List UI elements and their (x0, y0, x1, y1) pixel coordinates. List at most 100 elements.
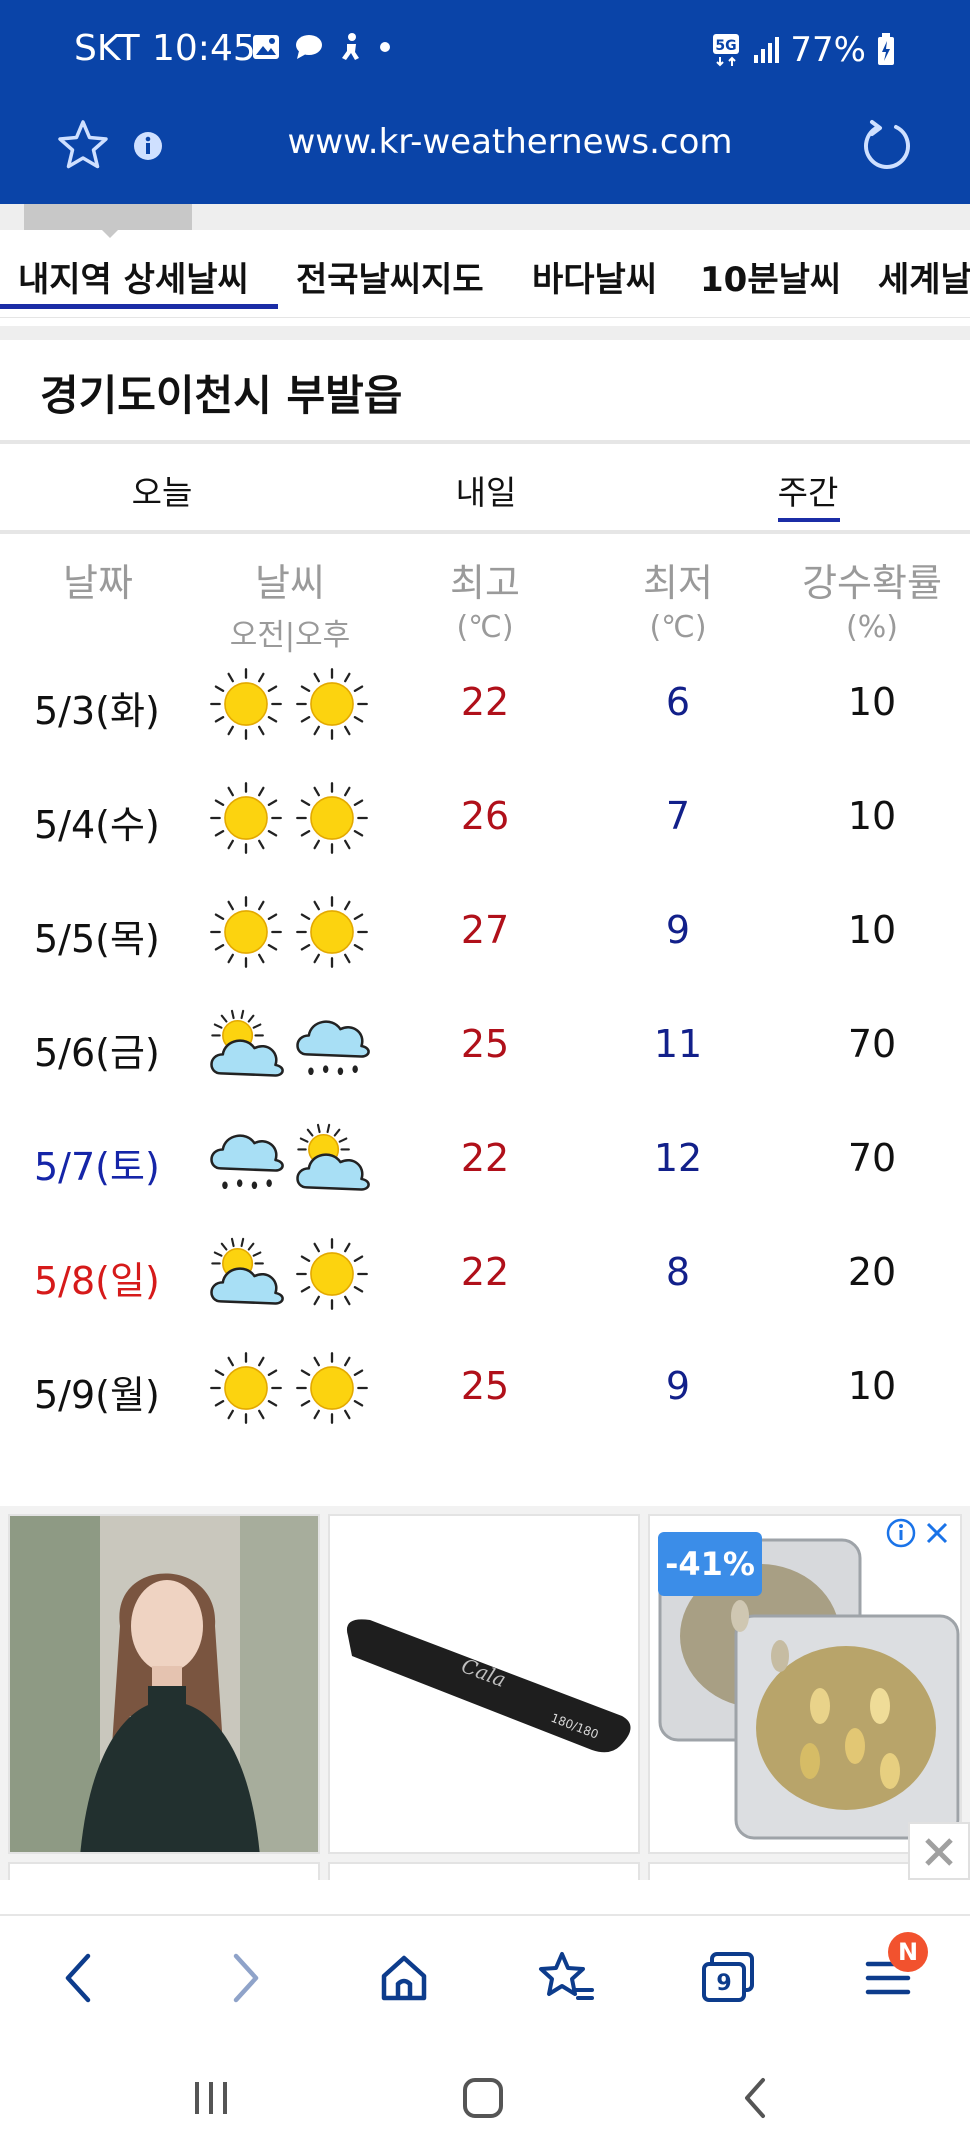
am-partly-cloudy-icon (206, 1234, 286, 1318)
am-rain-icon (206, 1120, 286, 1204)
signal-icon (754, 37, 780, 63)
row-weather-icons (206, 1348, 372, 1432)
am-sunny-icon (206, 664, 286, 748)
pm-sunny-icon (292, 664, 372, 748)
tab-marine[interactable]: 바다날씨 (532, 252, 657, 301)
status-bar: SKT 10:45 5G 77% (0, 0, 970, 100)
ad-card-nail-studs[interactable]: -41% (648, 1514, 962, 1854)
table-row: 5/3(화) 22 6 10 (0, 654, 970, 768)
ad-info-icon[interactable] (886, 1518, 916, 1548)
bookmark-list-icon (539, 1952, 594, 2000)
battery-charging-icon (878, 33, 894, 65)
row-date: 5/6(금) (34, 1031, 160, 1075)
svg-text:5G: 5G (716, 38, 737, 54)
tabs-icon: 9 (702, 1952, 754, 2002)
ad-dismiss-button[interactable] (908, 1822, 970, 1880)
row-high-temp: 25 (460, 1022, 510, 1066)
divider (0, 530, 970, 534)
row-high-temp: 26 (460, 794, 510, 838)
notification-badge: N (888, 1932, 928, 1972)
pm-rain-icon (292, 1006, 372, 1090)
row-date: 5/8(일) (34, 1259, 160, 1303)
home-button[interactable] (368, 1942, 440, 2014)
period-active-indicator (778, 518, 840, 522)
ad-card-nail-file[interactable]: Cala 180/180 (328, 1514, 640, 1854)
bookmarks-button[interactable] (530, 1942, 602, 2014)
row-date: 5/3(화) (34, 689, 160, 733)
carrier-label: SKT (74, 28, 140, 69)
ad-card-row2[interactable] (8, 1862, 320, 1880)
ad-card-row2[interactable] (328, 1862, 640, 1880)
am-sunny-icon (206, 1348, 286, 1432)
chevron-left-icon (65, 1953, 91, 2003)
active-tab-indicator (0, 304, 278, 309)
reload-icon[interactable] (858, 118, 914, 174)
ad-card-fashion[interactable] (8, 1514, 320, 1854)
row-low-temp: 8 (665, 1250, 691, 1294)
close-icon (925, 1838, 953, 1866)
tabs-button[interactable]: 9 (692, 1942, 764, 2014)
am-sunny-icon (206, 778, 286, 862)
ad-close-icon[interactable] (922, 1518, 952, 1548)
row-weather-icons (206, 1120, 372, 1204)
dot-icon (380, 42, 390, 52)
table-row: 5/6(금) 25 11 70 (0, 996, 970, 1110)
discount-badge: -41% (658, 1532, 762, 1596)
network-5g-icon: 5G (713, 34, 740, 67)
row-high-temp: 22 (460, 680, 510, 724)
table-row: 5/7(토) 22 12 70 (0, 1110, 970, 1224)
tab-tomorrow[interactable]: 내일 (406, 466, 566, 514)
notification-icons (252, 32, 392, 62)
row-precip-prob: 20 (847, 1250, 897, 1294)
tab-today[interactable]: 오늘 (82, 466, 242, 514)
row-date: 5/7(토) (34, 1145, 160, 1189)
header-weather: 날씨 (255, 561, 325, 605)
tab-local-detail[interactable]: 내지역 상세날씨 (18, 252, 249, 301)
row-weather-icons (206, 1234, 372, 1318)
header-high-unit: (℃) (456, 610, 514, 645)
main-nav-tabs: 내지역 상세날씨 전국날씨지도 바다날씨 10분날씨 세계날 (0, 232, 970, 318)
row-weather-icons (206, 664, 372, 748)
row-low-temp: 7 (665, 794, 691, 838)
gallery-icon (253, 35, 279, 59)
table-row: 5/9(월) 25 9 10 (0, 1338, 970, 1452)
system-icons: 5G 77% (712, 30, 896, 70)
home-square-icon (463, 2078, 503, 2118)
ad-banner[interactable]: Cala 180/180 -41% (0, 1506, 970, 1880)
pm-partly-cloudy-icon (292, 1120, 372, 1204)
pm-sunny-icon (292, 778, 372, 862)
tab-weekly[interactable]: 주간 (728, 466, 888, 514)
browser-bottom-bar: 9 (0, 1914, 970, 2038)
row-precip-prob: 70 (847, 1136, 897, 1180)
row-low-temp: 12 (653, 1136, 703, 1180)
model-photo (10, 1516, 318, 1852)
accessibility-icon (342, 33, 359, 60)
row-precip-prob: 10 (847, 680, 897, 724)
row-low-temp: 9 (665, 1364, 691, 1408)
header-low: 최저 (643, 561, 713, 605)
tab-world[interactable]: 세계날 (878, 252, 970, 301)
row-high-temp: 27 (460, 908, 510, 952)
row-weather-icons (206, 892, 372, 976)
row-low-temp: 11 (653, 1022, 703, 1066)
row-low-temp: 6 (665, 680, 691, 724)
recent-apps-icon (195, 2082, 227, 2114)
back-nav-button[interactable] (720, 2068, 790, 2128)
location-title: 경기도이천시 부발읍 (40, 371, 403, 420)
recent-apps-button[interactable] (176, 2068, 246, 2128)
pm-sunny-icon (292, 1234, 372, 1318)
header-pop: 강수확률 (802, 561, 942, 605)
tab-10min[interactable]: 10분날씨 (700, 252, 841, 301)
forward-button[interactable] (210, 1942, 282, 2014)
bookmark-star-icon[interactable] (56, 118, 110, 172)
url-text[interactable]: www.kr-weathernews.com (160, 122, 860, 162)
row-high-temp: 25 (460, 1364, 510, 1408)
back-button[interactable] (42, 1942, 114, 2014)
table-row: 5/5(목) 27 9 10 (0, 882, 970, 996)
back-arrow-icon (745, 2078, 765, 2118)
tab-national-map[interactable]: 전국날씨지도 (296, 252, 484, 301)
row-weather-icons (206, 1006, 372, 1090)
pm-sunny-icon (292, 892, 372, 976)
home-nav-button[interactable] (448, 2068, 518, 2128)
chevron-right-icon (233, 1953, 259, 2003)
